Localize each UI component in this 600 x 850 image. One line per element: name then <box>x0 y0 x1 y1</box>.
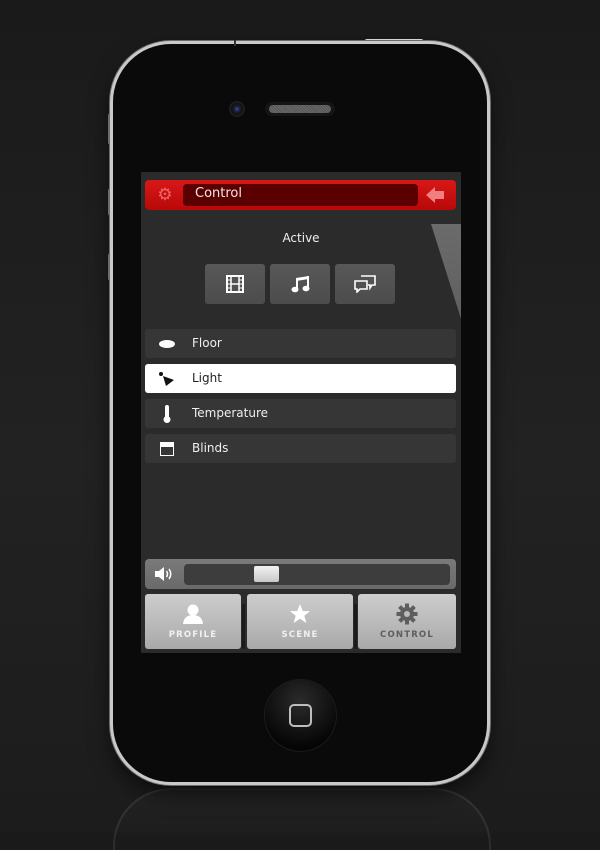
thermometer-icon <box>157 404 177 424</box>
tab-scene[interactable]: SCENE <box>247 594 353 649</box>
front-camera <box>229 101 245 117</box>
tab-profile[interactable]: PROFILE <box>145 594 241 649</box>
blinds-icon <box>157 439 177 459</box>
floor-icon <box>157 334 177 354</box>
volume-slider-track[interactable] <box>184 564 450 585</box>
list-item-label: Blinds <box>192 441 229 455</box>
mode-button-movie[interactable] <box>205 264 265 304</box>
speaker-grill <box>269 105 331 113</box>
list-item-floor[interactable]: Floor <box>145 329 456 358</box>
tab-label: PROFILE <box>168 630 218 640</box>
star-icon <box>290 604 310 623</box>
film-icon <box>226 275 244 293</box>
tab-divider <box>242 604 245 649</box>
back-arrow-icon[interactable] <box>426 186 446 204</box>
volume-bar <box>145 559 456 589</box>
mode-button-chat[interactable] <box>335 264 395 304</box>
status-label: Active <box>282 231 320 245</box>
mode-buttons <box>205 264 395 304</box>
music-note-icon <box>291 276 310 293</box>
tab-label: SCENE <box>281 630 319 640</box>
header-bar: ⚙ Control <box>145 180 456 210</box>
mode-button-music[interactable] <box>270 264 330 304</box>
phone-reflection <box>113 788 491 850</box>
list-item-temperature[interactable]: Temperature <box>145 399 456 428</box>
device-list: Floor Light Temperature Blinds <box>145 329 456 469</box>
speaker-icon[interactable] <box>154 566 174 582</box>
list-item-label: Light <box>192 371 222 385</box>
app-screen: ⚙ Control Active Floor Light Temperature… <box>141 172 461 653</box>
lamp-icon <box>157 369 177 389</box>
volume-slider-thumb[interactable] <box>254 566 279 582</box>
tab-divider <box>354 604 357 649</box>
antenna-gap <box>234 40 236 46</box>
list-item-light[interactable]: Light <box>145 364 456 393</box>
home-button[interactable] <box>265 680 336 751</box>
home-square-icon <box>289 704 312 727</box>
chat-icon <box>354 275 376 293</box>
user-icon <box>183 604 203 624</box>
gear-icon <box>396 603 418 625</box>
earpiece-speaker <box>265 102 335 116</box>
gear-icon[interactable]: ⚙ <box>156 186 174 204</box>
title-field[interactable]: Control <box>183 184 418 206</box>
tab-label: CONTROL <box>380 630 434 640</box>
list-item-label: Floor <box>192 336 222 350</box>
tab-control[interactable]: CONTROL <box>358 594 456 649</box>
list-item-blinds[interactable]: Blinds <box>145 434 456 463</box>
list-item-label: Temperature <box>192 406 269 420</box>
page-title: Control <box>195 186 242 201</box>
tab-bar: PROFILE SCENE CONTROL <box>145 594 456 649</box>
